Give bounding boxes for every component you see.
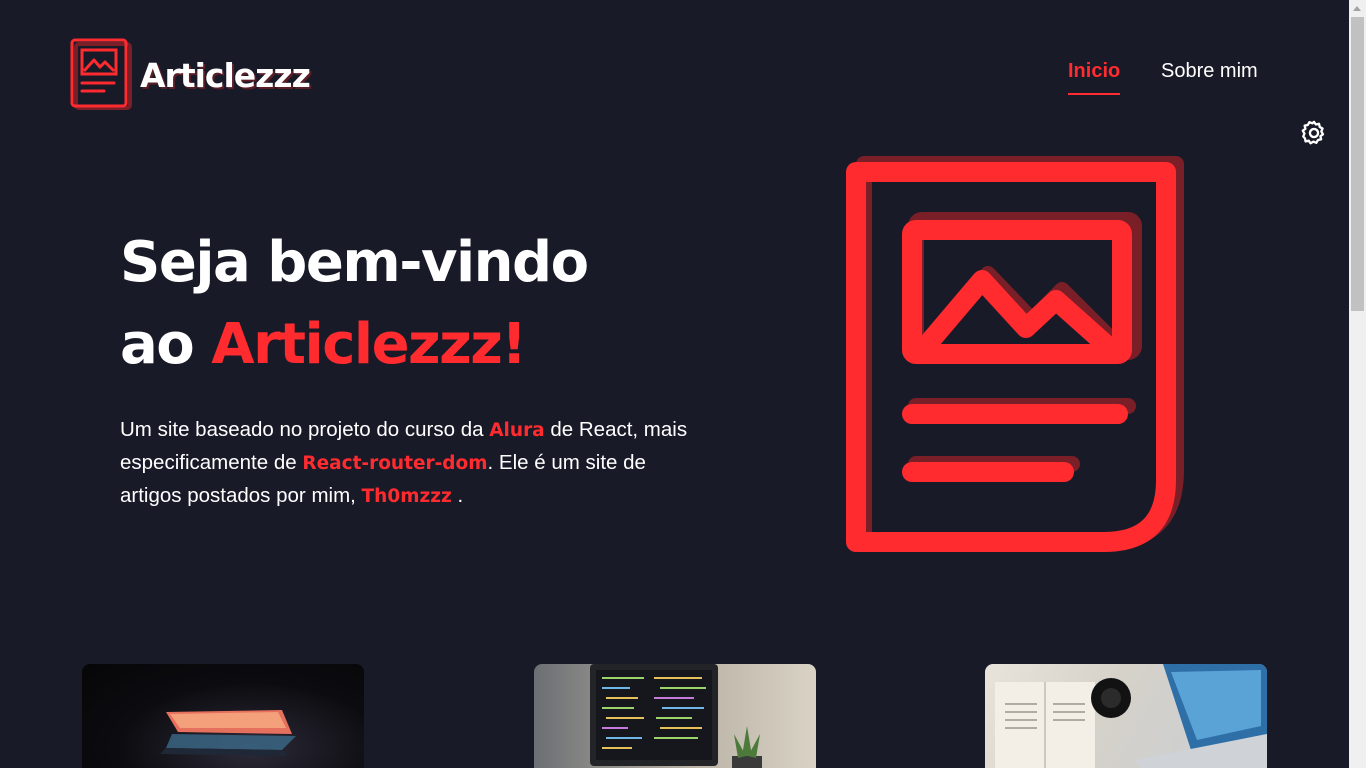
article-card-image[interactable] [534,664,816,768]
desc-router: React-router-dom [302,453,488,474]
nav-about-link[interactable]: Sobre mim [1161,60,1258,93]
article-card-image[interactable] [82,664,364,768]
nav-home-link[interactable]: Inicio [1068,60,1121,95]
desc-alura: Alura [489,420,545,441]
vertical-scrollbar[interactable] [1349,0,1366,768]
hero-title-line1: Seja bem-vindo [120,230,589,295]
desc-part1: Um site baseado no projeto do curso da [120,418,490,441]
desk-laptop-photo [995,664,1267,768]
brand-name: Articlezzz [140,55,311,95]
desc-part4: . [451,484,464,507]
article-image-icon [70,38,132,110]
scrollbar-thumb[interactable] [1351,17,1364,311]
scroll-up-icon[interactable] [1353,6,1361,11]
hero-title-prefix: ao [120,312,195,377]
gear-icon[interactable] [1300,119,1328,147]
logo-link[interactable]: Articlezzz [70,38,311,112]
hero-title-brand: Articlezzz! [211,312,527,377]
desc-author: Th0mzzz [361,486,452,507]
hero-title: Seja bem-vindo ao Articlezzz! [120,222,740,386]
article-image-icon [846,156,1184,552]
laptop-code-photo [590,664,762,768]
hero-description: Um site baseado no projeto do curso da A… [120,414,700,513]
article-card-image[interactable] [985,664,1267,768]
laptop-photo [160,710,296,756]
